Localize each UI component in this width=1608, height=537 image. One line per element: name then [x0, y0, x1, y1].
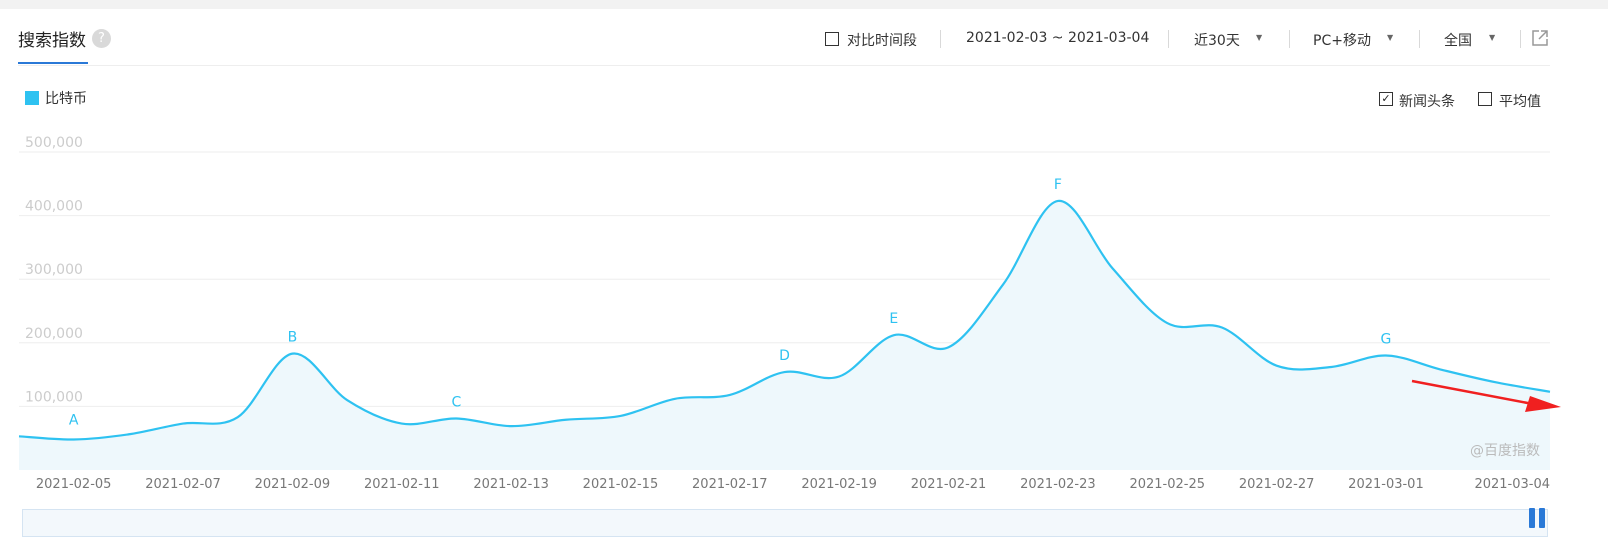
news-annotation-e: E: [889, 311, 898, 327]
watermark: @百度指数: [1470, 443, 1540, 459]
x-tick-label: 2021-02-09: [255, 477, 331, 492]
x-tick-label: 2021-02-21: [911, 477, 987, 492]
x-tick-label: 2021-02-11: [364, 477, 440, 492]
x-tick-label: 2021-02-07: [145, 477, 221, 492]
news-annotation-d: D: [779, 348, 790, 364]
y-tick-label: 100,000: [25, 389, 83, 405]
news-annotation-g: G: [1381, 332, 1392, 348]
x-tick-label: 2021-03-01: [1348, 477, 1424, 492]
news-annotation-b: B: [288, 330, 298, 346]
scroll-handle-right[interactable]: [1539, 508, 1545, 528]
x-tick-label: 2021-02-05: [36, 477, 112, 492]
search-index-chart: 100,000 200,000 300,000 400,000 500,000 2021-…: [18, 135, 1561, 492]
y-tick-label: 200,000: [25, 326, 83, 342]
news-annotation-f: F: [1054, 177, 1062, 193]
y-tick-label: 400,000: [25, 199, 83, 215]
news-annotation-c: C: [452, 394, 462, 410]
series-area-fill: [19, 200, 1550, 470]
x-tick-label: 2021-02-23: [1020, 477, 1096, 492]
x-tick-label: 2021-02-15: [583, 477, 659, 492]
x-tick-label: 2021-02-27: [1239, 477, 1315, 492]
x-tick-label: 2021-02-13: [473, 477, 549, 492]
x-tick-label: 2021-03-04: [1474, 477, 1550, 492]
news-annotation-a: A: [69, 412, 79, 428]
scroll-handle-left[interactable]: [1529, 508, 1535, 528]
y-tick-label: 500,000: [25, 135, 83, 151]
x-tick-label: 2021-02-25: [1129, 477, 1205, 492]
x-tick-label: 2021-02-19: [801, 477, 877, 492]
y-tick-label: 300,000: [25, 262, 83, 278]
timeline-scrollbar[interactable]: [22, 509, 1548, 537]
x-tick-label: 2021-02-17: [692, 477, 768, 492]
